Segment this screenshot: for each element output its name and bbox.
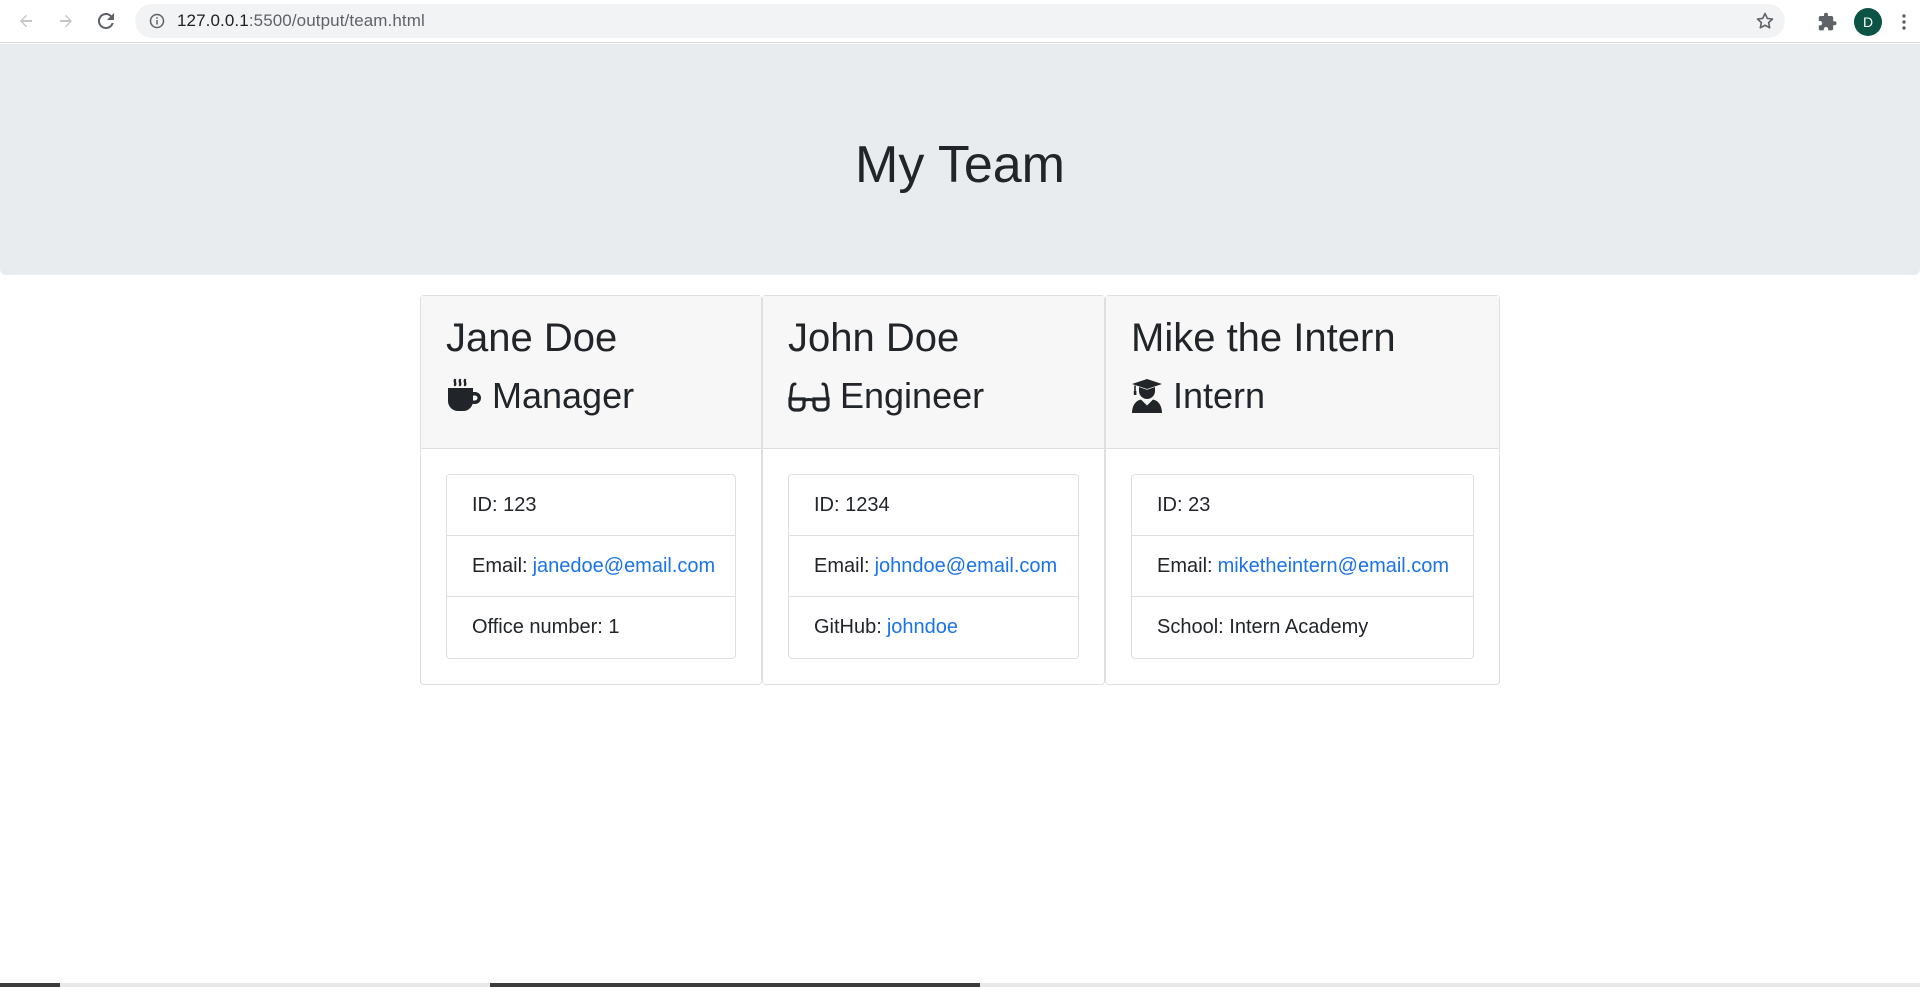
card-header: Jane Doe Manager: [421, 296, 761, 449]
employee-card-engineer: John Doe Engineer ID: 1234 Email: johndoe…: [762, 295, 1105, 685]
site-info-icon[interactable]: [149, 13, 165, 29]
employee-details: ID: 23 Email: miketheintern@email.com Sch…: [1131, 474, 1474, 659]
browser-menu-icon[interactable]: [1888, 2, 1920, 42]
github-link[interactable]: johndoe: [887, 616, 958, 639]
employee-role: Manager: [446, 374, 736, 418]
employee-name: John Doe: [788, 316, 960, 360]
bookmark-star-icon[interactable]: [1755, 11, 1775, 31]
employee-name: Jane Doe: [446, 316, 618, 360]
back-arrow-icon: [20, 14, 32, 28]
role-label: Engineer: [840, 375, 985, 416]
employee-email: Email: miketheintern@email.com: [1132, 536, 1473, 597]
employee-id: ID: 23: [1132, 475, 1473, 536]
employee-name: Mike the Intern: [1131, 316, 1396, 360]
employee-email: Email: johndoe@email.com: [789, 536, 1078, 597]
reload-icon: [97, 12, 114, 29]
employee-details: ID: 123 Email: janedoe@email.com Office n…: [446, 474, 736, 659]
card-body: ID: 1234 Email: johndoe@email.com GitHub:…: [763, 449, 1104, 684]
taskbar-edge: [0, 983, 1920, 987]
url-path: :5500/output/team.html: [248, 11, 425, 30]
employee-role: Intern: [1131, 374, 1474, 418]
page-title: My Team: [855, 135, 1065, 194]
page-header: My Team: [0, 44, 1920, 275]
employee-details: ID: 1234 Email: johndoe@email.com GitHub:…: [788, 474, 1079, 659]
employee-role: Engineer: [788, 374, 1079, 418]
url-text: 127.0.0.1:5500/output/team.html: [177, 11, 425, 31]
email-link[interactable]: miketheintern@email.com: [1218, 555, 1450, 578]
user-graduate-icon: [1131, 378, 1163, 414]
card-header: Mike the Intern Intern: [1106, 296, 1499, 449]
office-number: Office number: 1: [472, 616, 620, 638]
mug-hot-icon: [446, 378, 482, 414]
employee-id: ID: 1234: [789, 475, 1078, 536]
employee-email: Email: janedoe@email.com: [447, 536, 735, 597]
forward-arrow-icon: [60, 14, 72, 28]
email-link[interactable]: janedoe@email.com: [533, 555, 716, 578]
role-label: Intern: [1173, 375, 1266, 416]
employee-id: ID: 123: [447, 475, 735, 536]
back-button[interactable]: [6, 1, 46, 41]
browser-toolbar: 127.0.0.1:5500/output/team.html D: [0, 0, 1920, 43]
github-username: GitHub: johndoe: [814, 616, 958, 639]
card-header: John Doe Engineer: [763, 296, 1104, 449]
team-cards: Jane Doe Manager ID: 123 Email: janedoe@e…: [420, 295, 1500, 685]
forward-button[interactable]: [46, 1, 86, 41]
card-body: ID: 23 Email: miketheintern@email.com Sch…: [1106, 449, 1499, 684]
profile-avatar[interactable]: D: [1854, 7, 1882, 36]
extensions-puzzle-icon[interactable]: [1808, 2, 1848, 42]
url-host: 127.0.0.1: [177, 11, 249, 30]
employee-card-intern: Mike the Intern Intern ID: 23 Email: mike…: [1105, 295, 1500, 685]
taskbar-segment: [490, 983, 980, 987]
role-label: Manager: [492, 375, 635, 416]
email-link[interactable]: johndoe@email.com: [875, 555, 1058, 578]
school-name: School: Intern Academy: [1157, 616, 1369, 638]
glasses-icon: [788, 378, 830, 414]
employee-card-manager: Jane Doe Manager ID: 123 Email: janedoe@e…: [420, 295, 762, 685]
address-bar[interactable]: 127.0.0.1:5500/output/team.html: [135, 4, 1785, 38]
taskbar-segment: [0, 983, 60, 987]
card-body: ID: 123 Email: janedoe@email.com Office n…: [421, 449, 761, 684]
reload-button[interactable]: [86, 1, 126, 41]
